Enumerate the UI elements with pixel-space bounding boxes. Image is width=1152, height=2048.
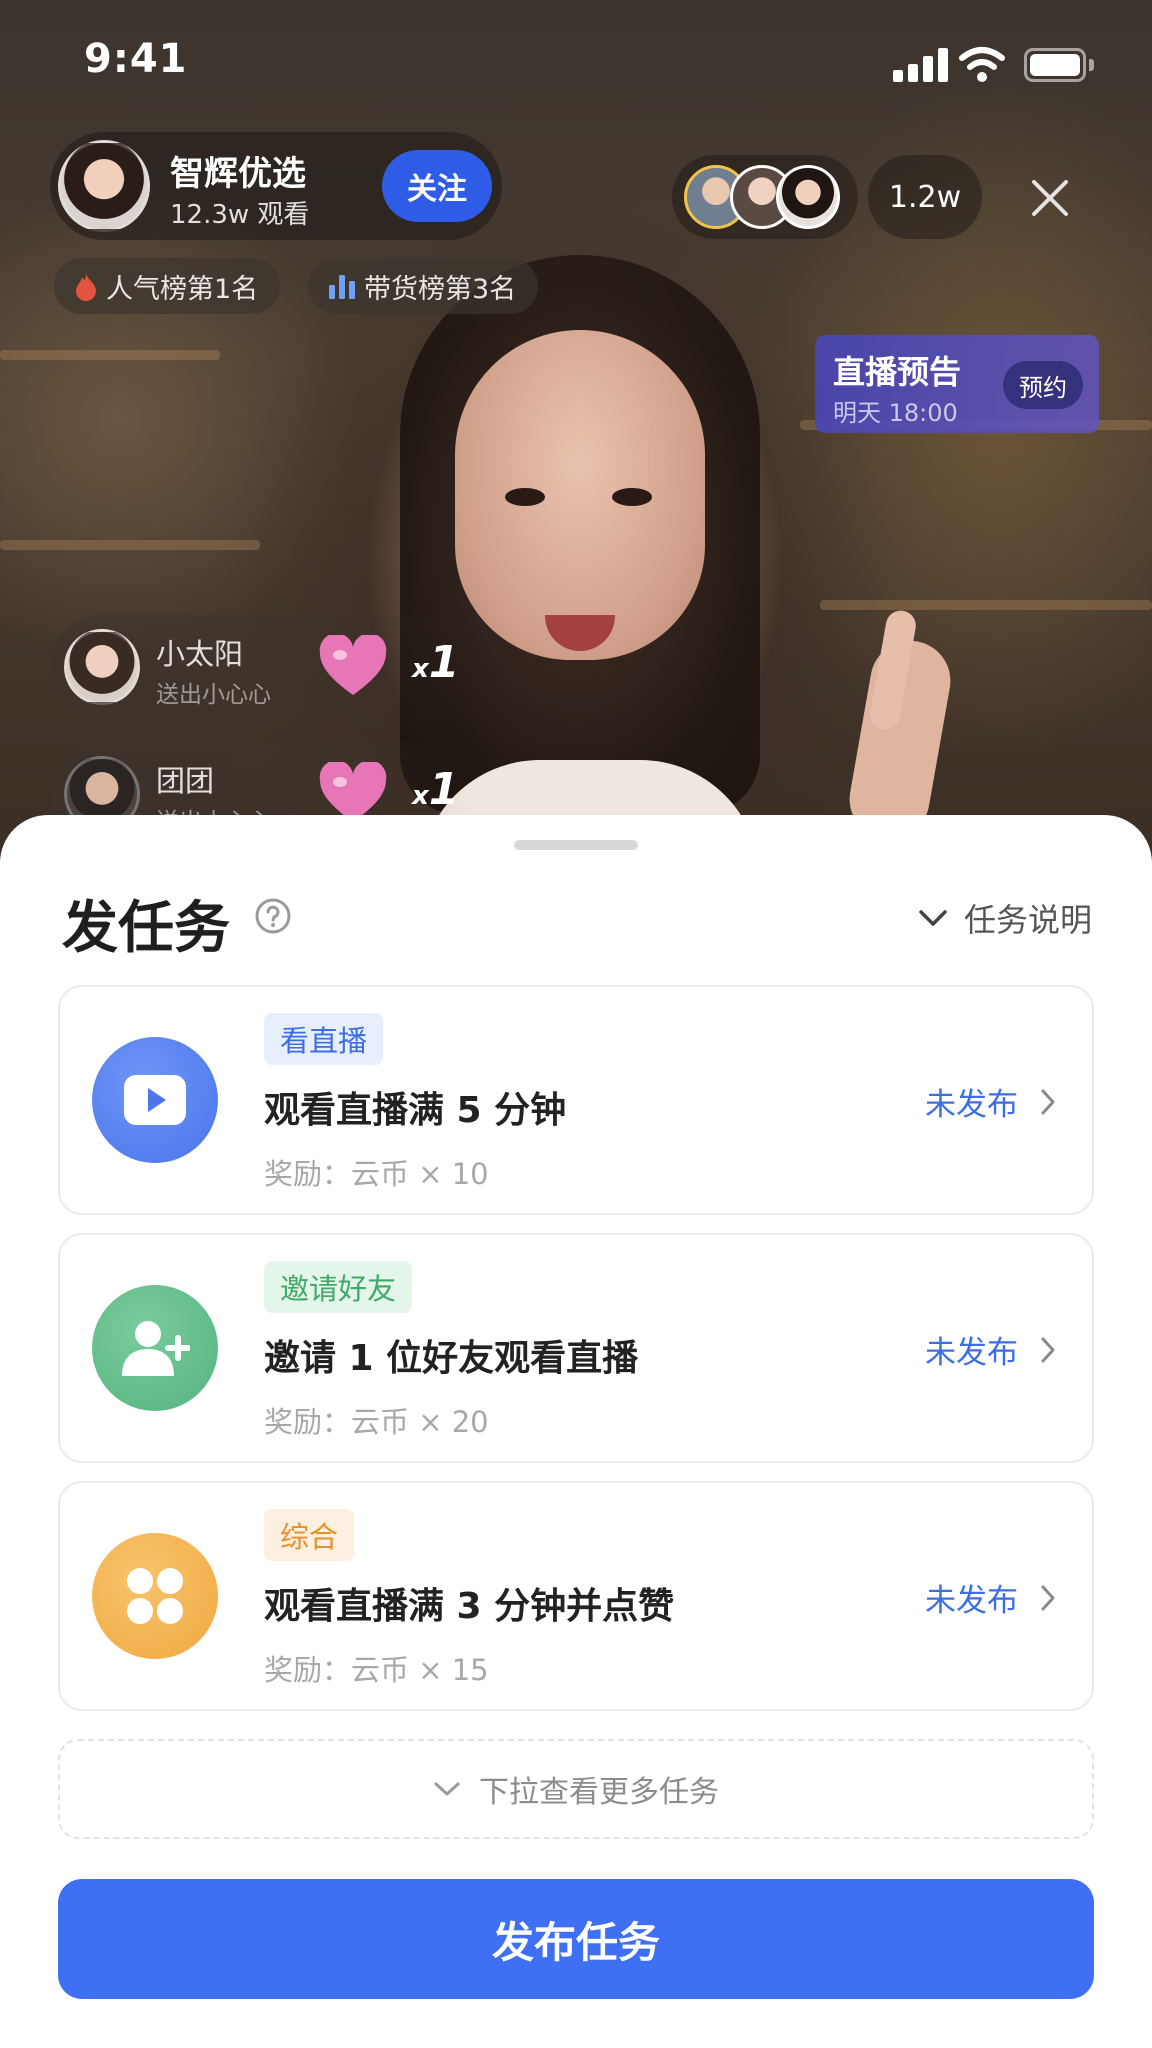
task-sheet: 发任务 任务说明 看直播 观看直播满 5 分钟 奖励：云币 × 10 未发布 邀…	[0, 815, 1152, 2048]
avatar	[64, 629, 140, 705]
task-reward: 奖励：云币 × 20	[264, 1405, 489, 1439]
background-shelf	[0, 350, 220, 360]
rank-badge-label: 人气榜第1名	[106, 273, 259, 305]
streamer-face	[455, 330, 705, 660]
status-time: 9:41	[84, 36, 188, 82]
close-button[interactable]	[1014, 162, 1086, 234]
gift-message: 小太阳 送出小心心 x1	[50, 615, 470, 719]
task-tag: 邀请好友	[264, 1261, 413, 1313]
task-title: 邀请 1 位好友观看直播	[264, 1338, 639, 1379]
task-card-combo[interactable]: 综合 观看直播满 3 分钟并点赞 奖励：云币 × 15 未发布	[58, 1481, 1094, 1711]
viewer-avatars[interactable]	[672, 155, 858, 239]
follow-button[interactable]: 关注	[382, 150, 492, 222]
four-leaf-icon	[127, 1568, 183, 1624]
gift-text: 送出小心心	[156, 682, 271, 708]
gift-sender-name: 小太阳	[156, 637, 244, 671]
task-reward: 奖励：云币 × 15	[264, 1653, 489, 1687]
play-icon	[124, 1075, 186, 1125]
bar-chart-icon	[329, 275, 355, 299]
task-status[interactable]: 未发布	[925, 1575, 1056, 1620]
host-viewers: 12.3w 观看	[170, 200, 310, 230]
signal-icon	[893, 48, 949, 82]
preview-time: 明天 18:00	[833, 399, 958, 427]
task-status-label: 未发布	[925, 1583, 1018, 1619]
task-status[interactable]: 未发布	[925, 1327, 1056, 1372]
task-explain-toggle[interactable]: 任务说明	[918, 895, 1092, 941]
host-name: 智辉优选	[170, 154, 306, 194]
task-card-invite[interactable]: 邀请好友 邀请 1 位好友观看直播 奖励：云币 × 20 未发布	[58, 1233, 1094, 1463]
chevron-down-icon	[434, 1782, 460, 1796]
task-reward: 奖励：云币 × 10	[264, 1157, 489, 1191]
streamer-eye	[505, 488, 545, 506]
task-icon-combo	[92, 1533, 218, 1659]
background-shelf	[820, 600, 1152, 610]
host-avatar[interactable]	[58, 140, 150, 232]
load-more-tasks[interactable]: 下拉查看更多任务	[58, 1739, 1094, 1839]
drag-handle[interactable]	[514, 840, 638, 850]
sales-rank-badge[interactable]: 带货榜第3名	[308, 258, 539, 314]
gift-count: x1	[412, 637, 460, 688]
wifi-icon	[959, 47, 1005, 82]
task-status-label: 未发布	[925, 1335, 1018, 1371]
battery-icon	[1024, 48, 1094, 82]
task-icon-invite	[92, 1285, 218, 1411]
publish-task-button[interactable]: 发布任务	[58, 1879, 1094, 1999]
gift-count: x1	[412, 764, 460, 815]
task-explain-label: 任务说明	[963, 901, 1092, 939]
rank-badge-label: 带货榜第3名	[364, 273, 517, 305]
background-shelf	[0, 540, 260, 550]
streamer-eye	[612, 488, 652, 506]
heart-icon	[319, 635, 387, 695]
task-title: 观看直播满 5 分钟	[264, 1090, 567, 1131]
task-tag: 综合	[264, 1509, 355, 1561]
flame-icon	[76, 273, 96, 301]
chevron-down-icon	[919, 910, 947, 926]
task-title: 观看直播满 3 分钟并点赞	[264, 1586, 675, 1627]
close-icon	[1032, 180, 1068, 216]
chevron-right-icon	[1041, 1337, 1055, 1362]
reserve-button[interactable]: 预约	[1003, 361, 1083, 409]
task-status[interactable]: 未发布	[925, 1079, 1056, 1124]
live-preview-card[interactable]: 直播预告 明天 18:00 预约	[815, 335, 1099, 433]
add-user-icon	[122, 1321, 190, 1376]
chevron-right-icon	[1041, 1089, 1055, 1114]
viewer-count[interactable]: 1.2w	[868, 155, 982, 239]
sheet-title: 发任务	[62, 896, 230, 961]
chevron-right-icon	[1041, 1585, 1055, 1610]
status-bar: 9:41	[0, 0, 1152, 110]
preview-title: 直播预告	[833, 353, 962, 391]
task-card-watch[interactable]: 看直播 观看直播满 5 分钟 奖励：云币 × 10 未发布	[58, 985, 1094, 1215]
task-icon-watch	[92, 1037, 218, 1163]
task-tag: 看直播	[264, 1013, 384, 1065]
help-icon[interactable]	[254, 897, 292, 935]
host-info[interactable]: 智辉优选 12.3w 观看 关注	[50, 132, 502, 240]
gift-sender-name: 团团	[156, 764, 215, 798]
task-status-label: 未发布	[925, 1087, 1018, 1123]
avatar	[776, 165, 840, 229]
load-more-label: 下拉查看更多任务	[479, 1775, 719, 1810]
popularity-rank-badge[interactable]: 人气榜第1名	[54, 258, 281, 314]
